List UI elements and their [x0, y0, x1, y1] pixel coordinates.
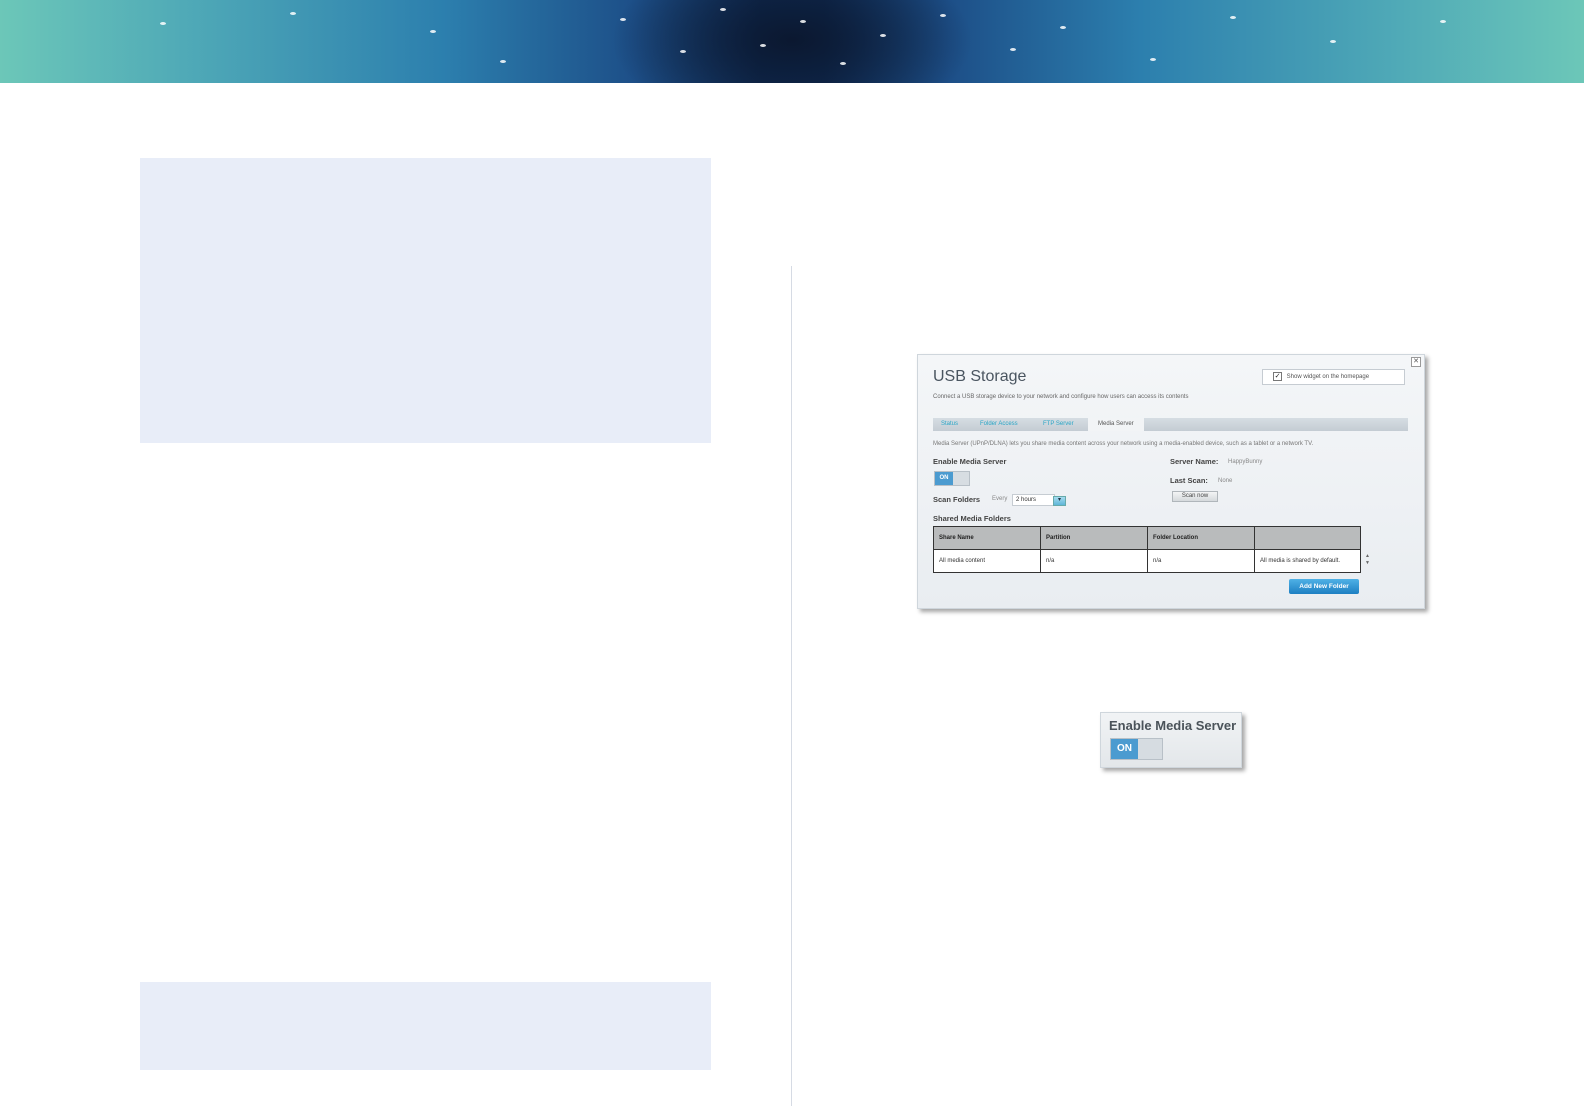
add-new-folder-button[interactable]: Add New Folder	[1289, 579, 1359, 594]
cell-notes: All media is shared by default.	[1254, 549, 1361, 573]
scan-now-button[interactable]: Scan now	[1172, 491, 1218, 502]
checkbox-icon[interactable]: ✓	[1273, 371, 1282, 381]
usb-storage-screenshot: ✕ USB Storage Connect a USB storage devi…	[917, 354, 1425, 609]
scan-folders-label: Scan Folders	[933, 495, 981, 504]
column-divider	[791, 266, 792, 1106]
tab-bar: Status Folder Access FTP Server Media Se…	[933, 418, 1408, 431]
scan-every-label: Every	[992, 496, 1008, 502]
page-title: USB Storage	[933, 368, 1027, 385]
col-folder-location: Folder Location	[1147, 526, 1255, 550]
table-row[interactable]: All media content n/a n/a All media is s…	[933, 549, 1361, 573]
media-server-description: Media Server (UPnP/DLNA) lets you share …	[933, 441, 1314, 447]
media-server-toggle[interactable]: ON	[934, 471, 970, 486]
tab-ftp-server[interactable]: FTP Server	[1043, 421, 1074, 427]
cell-share-name: All media content	[933, 549, 1041, 573]
server-name-label: Server Name:	[1170, 457, 1219, 466]
note-box-top	[140, 158, 711, 443]
col-notes	[1254, 526, 1361, 550]
col-partition: Partition	[1040, 526, 1148, 550]
zoom-media-server-toggle[interactable]: ON	[1110, 738, 1163, 760]
scan-interval-select[interactable]: 2 hours	[1012, 494, 1055, 506]
close-icon[interactable]: ✕	[1411, 357, 1421, 367]
show-widget-label: Show widget on the homepage	[1286, 374, 1370, 380]
last-scan-label: Last Scan:	[1170, 476, 1208, 485]
last-scan-value: None	[1218, 478, 1233, 484]
enable-media-server-zoom: Enable Media Server ON	[1100, 712, 1242, 768]
cell-partition: n/a	[1040, 549, 1148, 573]
shared-media-folders-title: Shared Media Folders	[933, 514, 1011, 523]
zoom-toggle-on-label: ON	[1111, 739, 1138, 759]
zoom-enable-label: Enable Media Server	[1109, 718, 1237, 733]
note-box-bottom	[140, 982, 711, 1070]
col-share-name: Share Name	[933, 526, 1041, 550]
toggle-on-label: ON	[935, 472, 953, 485]
header-banner	[0, 0, 1584, 83]
show-widget-option[interactable]: ✓ Show widget on the homepage	[1262, 369, 1405, 385]
table-scrollbar[interactable]: ▲ ▼	[1365, 553, 1370, 569]
tab-folder-access[interactable]: Folder Access	[980, 421, 1018, 427]
tab-status[interactable]: Status	[941, 421, 958, 427]
shared-folders-table: Share Name Partition Folder Location All…	[933, 526, 1361, 573]
tab-media-server[interactable]: Media Server	[1088, 418, 1144, 431]
server-name-value: HappyBunny	[1228, 459, 1263, 465]
page-subtitle: Connect a USB storage device to your net…	[933, 394, 1189, 400]
enable-media-server-label: Enable Media Server	[933, 457, 1007, 466]
table-header-row: Share Name Partition Folder Location	[933, 526, 1361, 550]
cell-folder-location: n/a	[1147, 549, 1255, 573]
chevron-down-icon[interactable]: ▾	[1053, 496, 1066, 506]
